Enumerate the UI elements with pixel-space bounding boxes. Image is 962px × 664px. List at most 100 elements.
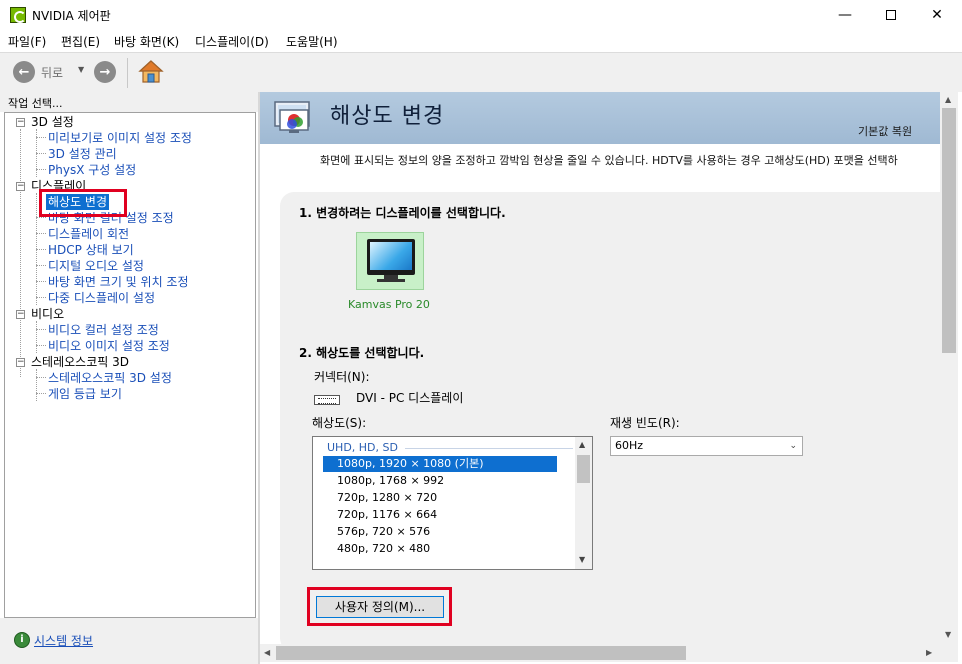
step-1-title: 1. 변경하려는 디스플레이를 선택합니다. [299,206,506,220]
scroll-left-icon[interactable]: ◀ [264,648,270,657]
menu-desktop[interactable]: 바탕 화면(K) [114,33,179,50]
connector-label: 커넥터(N): [314,370,370,384]
toolbar-separator [127,58,128,88]
scroll-up-icon[interactable]: ▲ [945,95,951,104]
scroll-thumb[interactable] [577,455,590,483]
page-content: 화면에 표시되는 정보의 양을 조정하고 깜박임 현상을 줄일 수 있습니다. … [260,144,940,644]
tree-category-3d[interactable]: 3D 설정 [31,114,74,130]
page-description: 화면에 표시되는 정보의 양을 조정하고 깜박임 현상을 줄일 수 있습니다. … [320,154,898,167]
display-settings-icon [274,101,310,133]
resolution-option[interactable]: 720p, 1176 × 664 [323,507,557,523]
collapse-video-icon[interactable]: − [16,310,25,319]
scroll-right-icon[interactable]: ▶ [926,648,932,657]
collapse-3d-icon[interactable]: − [16,118,25,127]
nvidia-logo-icon [10,7,26,23]
task-tree: − − − − 3D 설정 미리보기로 이미지 설정 조정 3D 설정 관리 P… [4,112,256,618]
menu-edit[interactable]: 편집(E) [61,33,100,50]
menu-display[interactable]: 디스플레이(D) [195,33,269,50]
tree-category-video[interactable]: 비디오 [31,306,64,322]
back-label[interactable]: 뒤로 [41,64,63,81]
history-dropdown-icon[interactable]: ▼ [78,65,84,74]
tree-item-stereo-settings[interactable]: 스테레오스코픽 3D 설정 [48,370,172,386]
forward-arrow-icon: → [99,64,111,80]
tree-line [36,345,46,346]
scroll-down-icon[interactable]: ▼ [579,555,585,564]
annotation-highlight-box [307,587,452,626]
left-footer: i 시스템 정보 [0,618,258,664]
page-vertical-scrollbar[interactable]: ▲ ▼ [940,92,958,644]
collapse-stereo-icon[interactable]: − [16,358,25,367]
resolution-group-header: UHD, HD, SD [327,441,398,454]
tree-line [36,153,46,154]
page-header: 해상도 변경 기본값 복원 [260,92,940,144]
resolution-option[interactable]: 576p, 720 × 576 [323,524,557,540]
restore-defaults-link[interactable]: 기본값 복원 [858,123,912,139]
refresh-rate-select[interactable]: 60Hz ⌄ [610,436,803,456]
tree-line [36,297,46,298]
scroll-down-icon[interactable]: ▼ [945,630,951,639]
system-info-link[interactable]: 시스템 정보 [34,632,93,649]
connector-value: DVI - PC 디스플레이 [356,391,464,405]
scroll-thumb[interactable] [942,108,956,353]
scroll-up-icon[interactable]: ▲ [579,440,585,449]
tree-line [36,249,46,250]
tree-item-game-rating[interactable]: 게임 등급 보기 [48,386,122,402]
tree-item-3d-manage[interactable]: 3D 설정 관리 [48,146,117,162]
task-select-label: 작업 선택... [8,97,63,110]
system-info-icon[interactable]: i [14,632,30,648]
resolution-label: 해상도(S): [312,416,367,430]
refresh-rate-value: 60Hz [615,439,644,452]
tree-line [36,217,46,218]
tree-category-stereo-3d[interactable]: 스테레오스코픽 3D [31,354,129,370]
resolution-list[interactable]: UHD, HD, SD 1080p, 1920 × 1080 (기본) 1080… [312,436,593,570]
refresh-rate-label: 재생 빈도(R): [610,416,680,430]
resolution-option[interactable]: 1080p, 1920 × 1080 (기본) [323,456,557,472]
tree-item-image-preview[interactable]: 미리보기로 이미지 설정 조정 [48,130,192,146]
scroll-thumb[interactable] [276,646,686,660]
menu-bar: 파일(F) 편집(E) 바탕 화면(K) 디스플레이(D) 도움말(H) [0,30,962,52]
resolution-option[interactable]: 720p, 1280 × 720 [323,490,557,506]
minimize-button[interactable]: — [822,0,868,30]
step-2-title: 2. 해상도를 선택합니다. [299,346,425,360]
display-tile[interactable] [356,232,424,290]
tree-line [36,329,46,330]
toolbar: ← 뒤로 ▼ → [0,52,962,92]
tree-item-rotate-display[interactable]: 디스플레이 회전 [48,226,129,242]
tree-item-video-color[interactable]: 비디오 컬러 설정 조정 [48,322,159,338]
resolution-option[interactable]: 480p, 720 × 480 [323,541,557,557]
tree-item-digital-audio[interactable]: 디지털 오디오 설정 [48,258,144,274]
collapse-display-icon[interactable]: − [16,182,25,191]
dvi-connector-icon [314,395,340,405]
back-button[interactable]: ← [13,61,35,83]
tree-item-physx[interactable]: PhysX 구성 설정 [48,162,136,178]
menu-help[interactable]: 도움말(H) [286,33,338,50]
window-title: NVIDIA 제어판 [32,9,111,23]
tree-line [36,321,37,353]
resolution-list-scrollbar[interactable]: ▲ ▼ [575,437,592,569]
title-bar: NVIDIA 제어판 — ✕ [0,0,962,30]
display-name[interactable]: Kamvas Pro 20 [348,298,430,311]
menu-file[interactable]: 파일(F) [8,33,46,50]
tree-item-video-image[interactable]: 비디오 이미지 설정 조정 [48,338,170,354]
tree-item-desktop-size[interactable]: 바탕 화면 크기 및 위치 조정 [48,274,189,290]
group-separator [405,448,573,449]
chevron-down-icon: ⌄ [789,441,797,451]
back-arrow-icon: ← [18,64,30,80]
home-icon[interactable] [138,59,164,85]
tree-item-multi-display[interactable]: 다중 디스플레이 설정 [48,290,155,306]
monitor-icon [367,239,415,275]
close-button[interactable]: ✕ [914,0,960,30]
task-select-header: 작업 선택... [0,92,258,112]
tree-line [36,233,46,234]
tree-item-hdcp-status[interactable]: HDCP 상태 보기 [48,242,134,258]
forward-button[interactable]: → [94,61,116,83]
tree-line [20,129,21,377]
page-horizontal-scrollbar[interactable]: ◀ ▶ [260,644,940,662]
tree-line [36,281,46,282]
maximize-button[interactable] [868,0,914,30]
scrollbar-corner [940,644,958,662]
monitor-base [377,279,405,282]
settings-panel: 1. 변경하려는 디스플레이를 선택합니다. Kamvas Pro 20 2. … [280,192,940,644]
resolution-option[interactable]: 1080p, 1768 × 992 [323,473,557,489]
page-title: 해상도 변경 [330,104,445,129]
